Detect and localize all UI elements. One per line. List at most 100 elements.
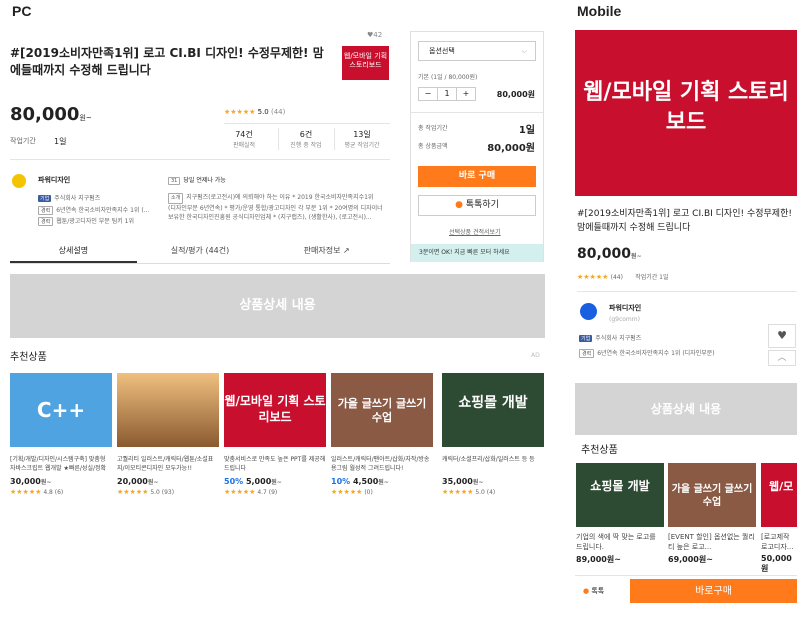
mobile-detail-placeholder: 상품상세 내용 — [575, 383, 797, 435]
quote-link[interactable]: 선택상품 견적서보기 — [449, 227, 501, 236]
recommend-card[interactable]: 가을 글쓰기 글쓰기 수업 일러스트/캐릭터/팬아트/삽화/자작/방송용그림 월… — [331, 373, 433, 496]
mobile-card-image[interactable]: 쇼핑몰 개발 — [576, 463, 664, 527]
chevron-down-icon: ⌵ — [521, 47, 527, 55]
mobile-card-price: 69,000원~ — [668, 555, 713, 564]
stat-in-progress: 6건 진행 중 작업 — [290, 130, 322, 149]
mobile-card-title[interactable]: [EVENT 할인] 옵션없는 퀄리티 높은 로고... — [668, 532, 756, 552]
qty-plus-button[interactable]: + — [457, 88, 475, 100]
product-price: 80,000원~ — [10, 104, 92, 125]
mobile-price: 80,000원~ — [577, 246, 642, 262]
mobile-card-image[interactable]: 가을 글쓰기 글쓰기 수업 — [668, 463, 756, 527]
seller-intro: 소개 지구펌즈(로고전시)에 의뢰해야 하는 이유 * 2019 한국소비자만족지… — [168, 193, 383, 221]
mobile-rating[interactable]: ★★★★★ (44) 작업기간 1일 — [577, 272, 669, 281]
mobile-seller-avatar[interactable] — [580, 303, 597, 320]
card-price: 20,000원~ — [117, 477, 159, 486]
detail-tabs: 상세설명 실적/평가 (44건) 판매자정보 ↗ — [10, 240, 390, 264]
mobile-seller-handle: (g9comm) — [609, 316, 640, 323]
mobile-card-image[interactable]: 웹/모 기획 스 — [761, 463, 797, 527]
purchase-panel: 옵션선택 ⌵ 기본 (1일 / 80,000원) − 1 + 80,000원 총 … — [410, 31, 544, 262]
card-image[interactable] — [117, 373, 219, 447]
qty-value[interactable]: 1 — [437, 88, 457, 100]
product-title: #[2019소비자만족1위] 로고 CI.BI 디자인! 수정무제한! 맘에들때… — [10, 46, 324, 77]
product-thumbnail[interactable]: 웹/모바일 기획 스토리보드 — [342, 46, 389, 80]
product-rating[interactable]: ★★★★★ 5.0 (44) — [224, 108, 285, 116]
card-image[interactable]: C++ — [10, 373, 112, 447]
mobile-card-price: 50,000원 — [761, 554, 792, 573]
chevron-up-icon[interactable]: ︿ — [768, 350, 796, 366]
card-title[interactable]: 일러스트/캐릭터/팬아트/삽화/자작/방송용그림 월성적 그려드립니다! — [331, 455, 433, 473]
stat-avg-period: 13일 평균 작업기간 — [344, 130, 380, 149]
recommend-title: 추천상품 — [10, 352, 47, 363]
work-period-value: 1일 — [54, 137, 67, 146]
mobile-hero-image[interactable]: 웹/모바일 기획 스토리보드 — [575, 30, 797, 196]
qty-minus-button[interactable]: − — [419, 88, 437, 100]
tab-reviews[interactable]: 실적/평가 (44건) — [137, 240, 264, 263]
mobile-seller-name[interactable]: 파워디자인 — [609, 303, 641, 313]
mobile-recommend-card[interactable]: 웹/모 기획 스 [로고제작 로고디자... 50,000원 — [761, 463, 797, 574]
mobile-card-price: 89,000원~ — [576, 555, 621, 564]
card-title[interactable]: 맞춤서비스로 만족도 높은 PPT를 제공해 드립니다 — [224, 455, 326, 473]
heart-count[interactable]: ♥42 — [367, 31, 382, 39]
seller-logo[interactable] — [12, 174, 26, 188]
card-rating: ★★★★★ 4.7 (9) — [224, 488, 278, 496]
card-title[interactable]: 고퀄리티 일러스트/캐릭터/웹툰/소설표지/이모티콘디자인 모두가능!! — [117, 455, 219, 473]
recommend-card[interactable]: 쇼핑몰 개발 캐릭터/소셜프리/삽화/일러스트 등 등 35,000원~ ★★★… — [442, 373, 544, 496]
option-select[interactable]: 옵션선택 ⌵ — [418, 41, 536, 61]
card-image[interactable]: 가을 글쓰기 글쓰기 수업 — [331, 373, 433, 447]
mobile-career-row: 경력 6년연속 한국소비자만족지수 1위 (디자인부문) — [579, 348, 715, 358]
rating-count: (44) — [271, 108, 286, 116]
total-period-label: 총 작업기간 — [418, 125, 448, 132]
mobile-card-title[interactable]: 기업의 색에 딱 맞는 로고를 드립니다. — [576, 532, 664, 552]
detail-placeholder: 상품상세 내용 — [10, 274, 545, 338]
card-image[interactable]: 웹/모바일 기획 스토리보드 — [224, 373, 326, 447]
oneday-available: 31 당일 언제나 가능 — [168, 175, 226, 185]
card-title[interactable]: [기획/개발/디자인/시스템구축] 맞춤형 자바스크립트 웹개발 ★빠른/성실/… — [10, 455, 112, 473]
mobile-product-title: #[2019소비자만족1위] 로고 CI.BI 디자인! 수정무제한! 맘에들때… — [577, 209, 792, 233]
total-price-label: 총 상품금액 — [418, 143, 448, 150]
mobile-recommend-card[interactable]: 가을 글쓰기 글쓰기 수업 [EVENT 할인] 옵션없는 퀄리티 높은 로고.… — [668, 463, 756, 565]
thumbnail-text: 웹/모바일 기획 스토리보드 — [343, 52, 388, 69]
seller-name[interactable]: 파워디자인 — [38, 175, 70, 185]
mobile-card-title[interactable]: [로고제작 로고디자... — [761, 532, 797, 552]
option-line: 기본 (1일 / 80,000원) — [418, 74, 478, 81]
recommend-card[interactable]: 고퀄리티 일러스트/캐릭터/웹툰/소설표지/이모티콘디자인 모두가능!! 20,… — [117, 373, 219, 496]
rating-stars: ★★★★★ — [224, 108, 256, 116]
card-rating: ★★★★★ 5.0 (4) — [442, 488, 496, 496]
work-period-label: 작업기간 — [10, 137, 36, 145]
card-rating: ★★★★★ (0) — [331, 488, 373, 496]
card-image[interactable]: 쇼핑몰 개발 — [442, 373, 544, 447]
card-price: 35,000원~ — [442, 477, 484, 486]
tab-detail[interactable]: 상세설명 — [10, 240, 137, 263]
card-rating: ★★★★★ 5.0 (93) — [117, 488, 175, 496]
card-price: 50% 5,000원~ — [224, 477, 282, 486]
talk-button[interactable]: ● 톡톡하기 — [418, 195, 536, 216]
total-price: 80,000원 — [487, 143, 535, 154]
recommend-card[interactable]: 웹/모바일 기획 스토리보드 맞춤서비스로 만족도 높은 PPT를 제공해 드립… — [224, 373, 326, 496]
buy-now-button[interactable]: 바로 구매 — [418, 166, 536, 187]
seller-career-row-2: 경력 웹툰/광고디자인 부문 팀키 1위 — [38, 216, 134, 226]
mobile-recommend-title: 추천상품 — [581, 445, 618, 456]
seller-career-row: 경력 6년연속 한국소비자만족지수 1위 (... — [38, 205, 158, 215]
pc-section-label: PC — [12, 3, 32, 19]
mobile-recommend-card[interactable]: 쇼핑몰 개발 기업의 색에 딱 맞는 로고를 드립니다. 89,000원~ — [576, 463, 664, 565]
rating-value: 5.0 — [257, 108, 269, 116]
heart-icon[interactable]: ♥ — [768, 324, 796, 348]
mobile-buy-button[interactable]: 바로구매 — [630, 579, 797, 603]
card-price: 10% 4,500원~ — [331, 477, 389, 486]
tab-seller-info[interactable]: 판매자정보 ↗ — [263, 240, 390, 263]
recommend-card[interactable]: C++ [기획/개발/디자인/시스템구축] 맞춤형 자바스크립트 웹개발 ★빠른… — [10, 373, 112, 496]
ad-label: AD — [531, 352, 540, 359]
total-period: 1일 — [518, 125, 535, 136]
chat-icon: ● — [583, 587, 590, 595]
seller-company-row: 기업 주식회사 지구펌즈 — [38, 195, 101, 202]
quantity-stepper[interactable]: − 1 + — [418, 87, 476, 101]
mobile-section-label: Mobile — [577, 3, 622, 19]
mobile-talk-button[interactable]: ● 톡톡 — [583, 586, 604, 596]
card-title[interactable]: 캐릭터/소셜프리/삽화/일러스트 등 등 — [442, 455, 544, 473]
mobile-company-row: 기업 주식회사 지구펌즈 — [579, 335, 642, 342]
card-price: 30,000원~ — [10, 477, 52, 486]
promo-banner[interactable]: 3분이면 OK! 지금 빠른 모터 하세요 — [411, 244, 543, 262]
option-price: 80,000원 — [496, 90, 535, 99]
calendar-icon: 31 — [168, 177, 181, 185]
chat-icon: ● — [455, 200, 463, 210]
